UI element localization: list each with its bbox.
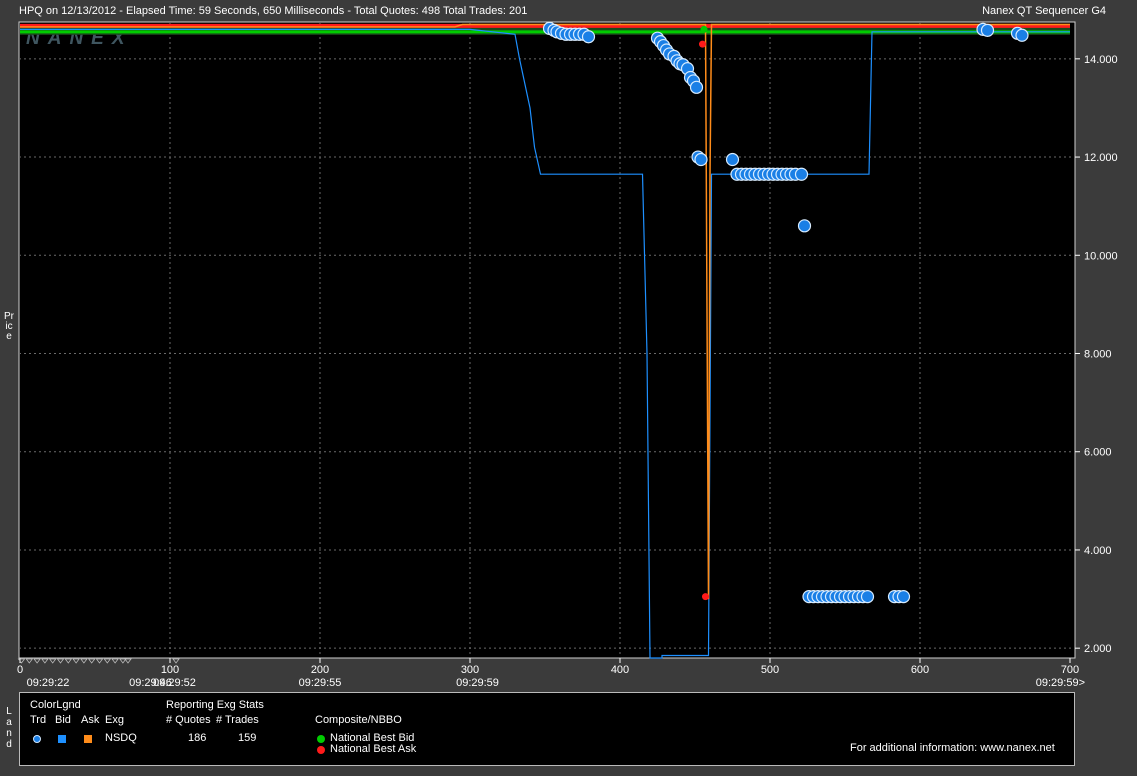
color-legend-title: ColorLgnd: [30, 699, 81, 711]
composite-title: Composite/NBBO: [315, 714, 402, 726]
x-axis-event-markers: [17, 658, 180, 664]
trade-point: [797, 219, 812, 233]
quote-count: 186: [188, 732, 207, 744]
trade-point: [725, 152, 740, 167]
trade-point: [1015, 28, 1029, 42]
x-time-label: 09:29:59: [456, 677, 499, 689]
y-tick-label: 2.000: [1084, 643, 1112, 655]
stats-title: Reporting Exg Stats: [166, 699, 264, 711]
x-time-label: 09:29:55: [299, 677, 342, 689]
y-tick-label: 14.000: [1084, 54, 1118, 66]
trade-point: [860, 590, 875, 604]
stats-col-trades: # Trades: [216, 714, 259, 726]
chart: NANEX 2.0004.0006.0008.00010.00012.00014…: [17, 21, 1118, 689]
event-marker: [72, 658, 80, 664]
exchange-name: NSDQ: [105, 732, 137, 744]
bid-color-swatch: [58, 735, 66, 743]
event-marker: [124, 658, 132, 664]
trade-point: [980, 23, 995, 37]
legend-col-bid: Bid: [55, 714, 71, 726]
nbbo-ask-icon: [317, 746, 325, 754]
nbbo-bid-icon: [317, 735, 325, 743]
trade-count: 159: [238, 732, 257, 744]
y-tick-label: 6.000: [1084, 447, 1112, 459]
trade-point: [689, 80, 704, 94]
x-tick-label: 100: [161, 664, 179, 676]
event-marker: [56, 658, 65, 664]
trade-point: [794, 167, 809, 181]
legend-side-label: Land: [6, 706, 12, 750]
event-marker: [103, 658, 112, 664]
nbbo-ask-point: [702, 593, 709, 601]
x-tick-label: 500: [761, 664, 779, 676]
trade-marker-icon: [33, 735, 41, 743]
event-marker: [48, 658, 57, 664]
x-time-label: 09:29:59>: [1036, 677, 1085, 689]
nbbo-ask-label: National Best Ask: [330, 743, 417, 755]
nbbo-ask-point: [699, 40, 706, 48]
event-marker: [17, 658, 26, 664]
legend-col-trd: Trd: [30, 714, 47, 726]
event-marker: [25, 658, 34, 664]
plot-area: [18, 21, 1076, 659]
ask-color-swatch: [84, 735, 92, 743]
x-time-label: 09:29:22: [27, 677, 70, 689]
trade-point: [581, 30, 596, 44]
trade-point: [694, 152, 708, 167]
event-marker: [80, 658, 88, 664]
x-tick-label: 200: [311, 664, 329, 676]
trade-point: [896, 590, 911, 604]
x-tick-label: 300: [461, 664, 479, 676]
info-text: For additional information: www.nanex.ne…: [850, 742, 1055, 754]
y-tick-label: 4.000: [1084, 545, 1112, 557]
x-tick-label: 700: [1061, 664, 1079, 676]
event-marker: [64, 658, 73, 664]
x-time-label: 09:29:52: [153, 677, 196, 689]
event-marker: [95, 658, 104, 664]
nbbo-bid-point: [700, 25, 708, 33]
event-marker: [111, 658, 119, 664]
event-marker: [33, 658, 41, 664]
x-tick-label: 400: [611, 664, 629, 676]
x-tick-label: 0: [17, 664, 23, 676]
event-marker: [172, 658, 180, 664]
event-marker: [41, 658, 49, 664]
x-tick-label: 600: [911, 664, 929, 676]
y-tick-label: 12.000: [1084, 152, 1118, 164]
y-tick-label: 8.000: [1084, 349, 1112, 361]
legend-col-ask: Ask: [81, 714, 100, 726]
event-marker: [87, 658, 96, 664]
stats-col-quotes: # Quotes: [166, 714, 211, 726]
legend-col-exg: Exg: [105, 714, 124, 726]
legend-panel: ColorLgnd Trd Bid Ask Exg NSDQ Reporting…: [19, 692, 1075, 766]
y-tick-label: 10.000: [1084, 250, 1118, 262]
